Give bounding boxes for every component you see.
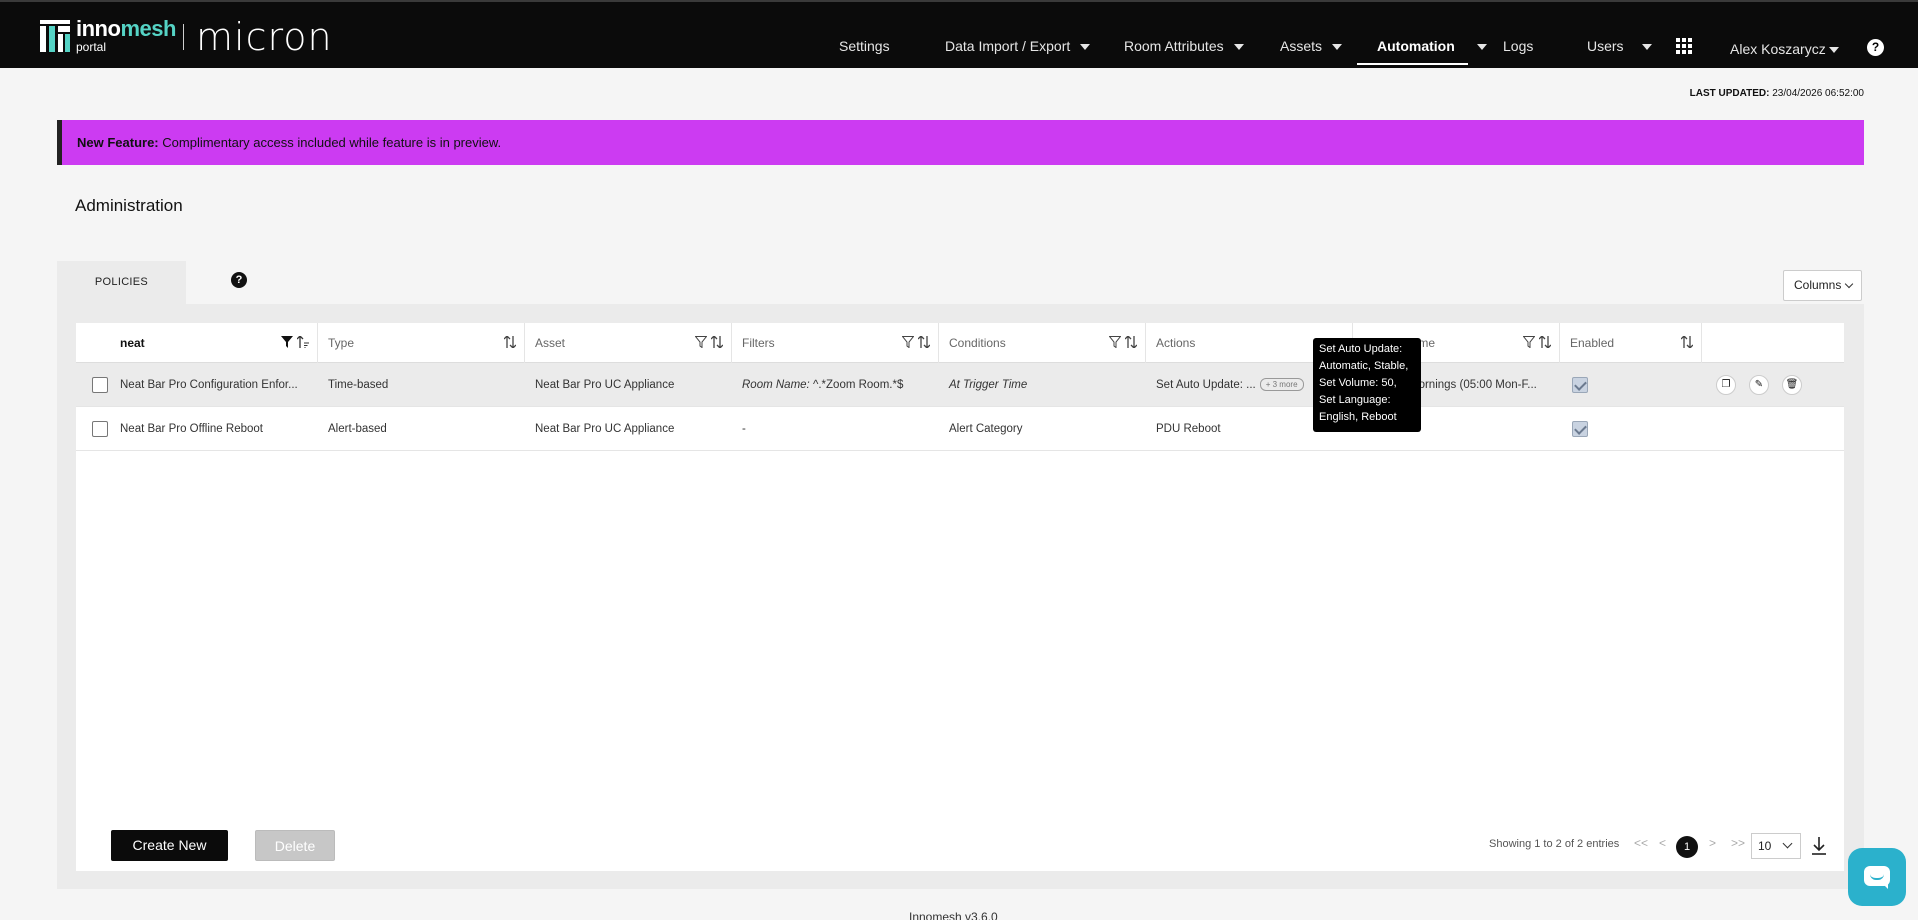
version-footer: Innomesh v3.6.0 <box>909 910 998 920</box>
help-icon[interactable]: ? <box>1867 39 1884 56</box>
enabled-checkbox[interactable] <box>1572 421 1588 437</box>
policy-conditions: At Trigger Time <box>949 379 1028 391</box>
row-select-checkbox[interactable] <box>92 377 108 393</box>
nav-settings[interactable]: Settings <box>839 38 890 54</box>
filter-icon[interactable] <box>1523 336 1535 348</box>
row-select-checkbox[interactable] <box>92 421 108 437</box>
columns-button[interactable]: Columns <box>1783 270 1862 301</box>
logo-divider <box>183 24 184 50</box>
sort-icon[interactable] <box>1125 336 1137 348</box>
policy-filters: - <box>742 423 746 435</box>
pagination-summary: Showing 1 to 2 of 2 entries <box>1489 838 1620 850</box>
chevron-down-icon <box>1080 44 1091 51</box>
policy-conditions: Alert Category <box>949 423 1023 435</box>
sort-icon[interactable] <box>504 336 516 348</box>
policy-asset: Neat Bar Pro UC Appliance <box>535 379 675 391</box>
filter-icon[interactable] <box>902 336 914 348</box>
innomesh-logo[interactable]: innomesh portal <box>40 18 176 53</box>
page-size-select[interactable]: 10 <box>1751 833 1801 859</box>
nav-users[interactable]: Users <box>1587 38 1652 54</box>
policy-name[interactable]: Neat Bar Pro Configuration Enfor... <box>110 363 316 407</box>
last-updated: LAST UPDATED: 23/04/2026 06:52:00 <box>1689 88 1864 99</box>
nav-assets[interactable]: Assets <box>1280 38 1343 54</box>
download-icon[interactable] <box>1811 836 1827 856</box>
create-new-button[interactable]: Create New <box>111 830 228 861</box>
logo-brand-mesh: mesh <box>120 16 176 41</box>
filter-active-icon[interactable] <box>281 336 293 348</box>
logo-subtitle: portal <box>76 40 107 54</box>
policy-schedule: mornings (05:00 Mon-F... <box>1409 379 1537 391</box>
policy-asset: Neat Bar Pro UC Appliance <box>535 423 675 435</box>
policy-name[interactable]: Neat Bar Pro Offline Reboot <box>110 407 316 451</box>
chevron-down-icon <box>1828 47 1839 54</box>
top-navigation-bar: innomesh portal micron Settings Data Imp… <box>0 0 1918 68</box>
first-page-button[interactable]: << <box>1634 836 1648 850</box>
micron-logo: micron <box>196 15 333 59</box>
chevron-down-icon <box>1845 279 1854 289</box>
chat-support-button[interactable] <box>1848 848 1906 906</box>
more-actions-badge[interactable]: + 3 more <box>1259 378 1304 392</box>
policy-type: Time-based <box>328 379 389 391</box>
enabled-checkbox[interactable] <box>1572 377 1588 393</box>
table-row[interactable]: Neat Bar Pro Offline Reboot Alert-based … <box>76 407 1844 451</box>
page-title: Administration <box>75 196 183 215</box>
chevron-down-icon <box>1233 44 1244 51</box>
policies-table: neat Type Asset Filters Conditions Actio… <box>76 323 1844 871</box>
filter-icon[interactable] <box>695 336 707 348</box>
column-header-type[interactable]: Type <box>318 323 525 363</box>
sort-icon[interactable] <box>1681 336 1693 348</box>
delete-button[interactable]: Delete <box>255 830 335 861</box>
column-header-filters[interactable]: Filters <box>732 323 939 363</box>
policy-type: Alert-based <box>328 423 387 435</box>
logo-brand-inno: inno <box>76 16 121 41</box>
chevron-down-icon <box>1641 44 1652 51</box>
sort-icon[interactable] <box>1539 336 1551 348</box>
column-header-name-filter[interactable]: neat <box>76 323 318 363</box>
policy-filters: Room Name: ^.*Zoom Room.*$ <box>742 379 904 391</box>
previous-page-button[interactable]: < <box>1659 836 1666 850</box>
chevron-down-icon <box>1782 838 1793 849</box>
next-page-button[interactable]: > <box>1709 836 1716 850</box>
sort-ascending-icon[interactable] <box>297 336 309 348</box>
column-header-enabled[interactable]: Enabled <box>1560 323 1702 363</box>
column-header-asset[interactable]: Asset <box>525 323 732 363</box>
nav-automation[interactable]: Automation <box>1377 38 1487 54</box>
nav-active-underline <box>1357 63 1468 65</box>
user-menu[interactable]: Alex Koszarycz <box>1730 41 1839 57</box>
delete-trash-icon[interactable]: 🗑 <box>1782 375 1802 395</box>
nav-logs[interactable]: Logs <box>1503 38 1533 54</box>
actions-tooltip: Set Auto Update: Automatic, Stable, Set … <box>1313 338 1421 432</box>
table-row[interactable]: Neat Bar Pro Configuration Enfor... Time… <box>76 363 1844 407</box>
column-header-conditions[interactable]: Conditions <box>939 323 1146 363</box>
last-page-button[interactable]: >> <box>1731 836 1745 850</box>
edit-pencil-icon[interactable]: ✎ <box>1749 375 1769 395</box>
chevron-down-icon <box>1476 44 1487 51</box>
question-circle-icon[interactable]: ? <box>231 272 247 288</box>
apps-grid-icon[interactable] <box>1676 38 1692 54</box>
feature-banner: New Feature: Complimentary access includ… <box>57 120 1864 165</box>
chevron-down-icon <box>1332 44 1343 51</box>
sort-icon[interactable] <box>918 336 930 348</box>
copy-icon[interactable]: ❐ <box>1716 375 1736 395</box>
nav-data-import-export[interactable]: Data Import / Export <box>945 38 1091 54</box>
innomesh-logo-mark-icon <box>40 19 70 52</box>
current-page-button[interactable]: 1 <box>1676 836 1698 858</box>
tab-policies[interactable]: POLICIES <box>57 261 186 304</box>
table-header: neat Type Asset Filters Conditions Actio… <box>76 323 1844 363</box>
sort-icon[interactable] <box>711 336 723 348</box>
filter-icon[interactable] <box>1109 336 1121 348</box>
nav-room-attributes[interactable]: Room Attributes <box>1124 38 1244 54</box>
